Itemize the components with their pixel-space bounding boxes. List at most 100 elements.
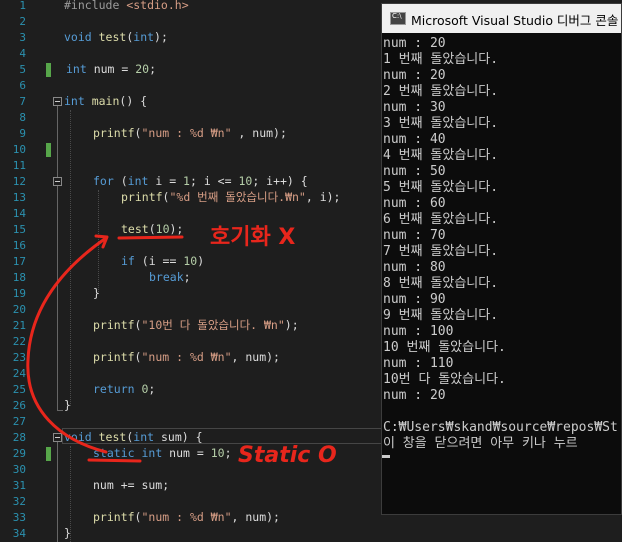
console-line: 10번 다 돌았습니다. [383, 372, 506, 387]
code-line-17: if (i == 10) [121, 253, 204, 269]
code-token: num = [169, 446, 211, 460]
line-number: 20 [12, 303, 26, 316]
code-line-23: printf("num : %d ₩n", num); [93, 349, 280, 365]
line-number: 9 [19, 127, 26, 140]
console-line: 7 번째 돌았습니다. [383, 244, 499, 259]
code-token: printf [93, 126, 135, 140]
console-line: 1 번째 돌았습니다. [383, 52, 499, 67]
line-number: 12 [12, 175, 26, 188]
console-line: num : 50 [383, 164, 446, 179]
code-token: test [98, 30, 127, 44]
console-line: 이 창을 닫으려면 아무 키나 누르 [383, 436, 578, 451]
console-line: 6 번째 돌았습니다. [383, 212, 499, 227]
code-line-28: void test(int sum) { [64, 429, 203, 445]
console-title: Microsoft Visual Studio 디버그 콘솔 [411, 13, 619, 28]
code-token: 10 [238, 174, 253, 188]
debug-console-window[interactable]: Microsoft Visual Studio 디버그 콘솔 num : 20 … [381, 3, 622, 515]
code-token: ( [148, 222, 156, 236]
code-token: "num : %d ₩n" [141, 126, 232, 140]
line-number: 15 [12, 223, 26, 236]
console-line: 10 번째 돌았습니다. [383, 340, 506, 355]
code-token: <stdio.h> [126, 0, 189, 12]
code-token: "num : %d ₩n" [141, 510, 232, 524]
line-number: 34 [12, 527, 26, 540]
line-number: 29 [12, 447, 26, 460]
code-line-26: } [64, 398, 71, 412]
code-token: ); [169, 222, 184, 236]
code-token: ; i <= [189, 174, 239, 188]
line-number: 13 [12, 191, 26, 204]
console-line: num : 70 [383, 228, 446, 243]
console-titlebar[interactable]: Microsoft Visual Studio 디버그 콘솔 [382, 4, 621, 33]
code-token: void [64, 430, 99, 444]
code-token: return [93, 382, 142, 396]
code-token: 10 [183, 254, 198, 268]
line-number: 25 [12, 383, 26, 396]
code-token: test [98, 430, 127, 444]
collapse-toggle-test[interactable] [53, 433, 62, 442]
outline-line [57, 410, 63, 411]
line-number: 7 [19, 95, 26, 108]
console-line: 5 번째 돌았습니다. [383, 180, 499, 195]
code-line-7: int main() { [64, 93, 147, 109]
code-token: () { [119, 94, 148, 108]
console-line: num : 20 [383, 68, 446, 83]
code-token: #include [64, 0, 127, 12]
line-number: 28 [12, 431, 26, 444]
code-token: "%d 번째 돌았습니다.₩n" [169, 190, 306, 204]
line-number: 2 [19, 15, 26, 28]
console-line: num : 90 [383, 292, 446, 307]
code-token: printf [93, 350, 135, 364]
code-line-31: num += sum; [93, 478, 170, 492]
code-token: void [64, 30, 99, 44]
code-token: printf [93, 510, 135, 524]
line-number: 30 [12, 463, 26, 476]
line-number-gutter: 1 2 3 4 5 6 7 8 9 10 11 12 13 14 15 16 1… [0, 0, 30, 542]
code-token: int [64, 94, 92, 108]
line-number: 1 [19, 0, 26, 12]
code-line-21: printf("10번 다 돌았습니다. ₩n"); [93, 317, 299, 333]
code-token: int [133, 30, 155, 44]
code-token: static [93, 446, 142, 460]
line-number: 8 [19, 111, 26, 124]
code-token: , num); [231, 350, 280, 364]
code-line-19: } [93, 286, 100, 300]
console-line: num : 60 [383, 196, 446, 211]
line-number: 21 [12, 319, 26, 332]
code-token: "num : %d ₩n" [141, 350, 232, 364]
line-number: 3 [19, 31, 26, 44]
collapse-toggle-for[interactable] [53, 177, 62, 186]
collapse-toggle-main[interactable] [53, 97, 62, 106]
line-number: 6 [19, 79, 26, 92]
line-number: 16 [12, 239, 26, 252]
indent-guide [70, 110, 71, 406]
code-line-5: int num = 20; [66, 61, 156, 77]
indent-guide [98, 190, 99, 294]
code-token: int [66, 62, 94, 76]
line-number: 14 [12, 207, 26, 220]
code-line-1: #include <stdio.h> [64, 0, 189, 13]
code-line-9: printf("num : %d ₩n" , num); [93, 125, 287, 141]
change-marker [46, 143, 51, 157]
code-token: int [133, 430, 161, 444]
outline-line [57, 442, 58, 542]
line-number: 19 [12, 287, 26, 300]
code-token: for [93, 174, 121, 188]
outline-line [57, 106, 58, 410]
code-token: sum) { [160, 430, 203, 444]
console-app-icon [390, 12, 406, 25]
console-line: 4 번째 돌았습니다. [383, 148, 499, 163]
code-line-34: } [64, 526, 71, 540]
code-token: 10 [210, 446, 225, 460]
code-token: ; [224, 446, 232, 460]
change-marker [46, 447, 51, 461]
console-line: num : 20 [383, 388, 446, 403]
code-line-25: return 0; [93, 381, 155, 397]
console-line: 3 번째 돌았습니다. [383, 116, 499, 131]
code-token: "10번 다 돌았습니다. ₩n" [141, 318, 285, 332]
line-number: 18 [12, 271, 26, 284]
line-number: 32 [12, 495, 26, 508]
code-token: int [127, 174, 156, 188]
console-line: num : 30 [383, 100, 446, 115]
